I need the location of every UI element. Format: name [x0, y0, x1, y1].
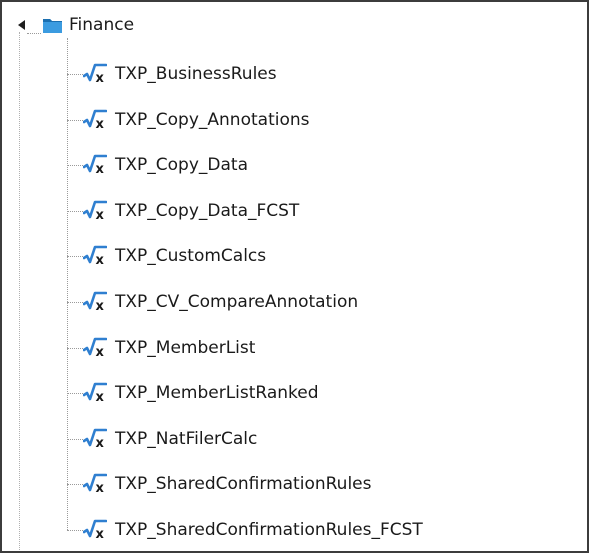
tree-item-txp-copy-data[interactable]: x TXP_Copy_Data	[67, 150, 567, 180]
tree-node-label: Finance	[69, 15, 135, 35]
tree-item-label: TXP_BusinessRules	[115, 64, 277, 84]
triangle-collapse-icon	[18, 20, 25, 30]
business-rule-icon: x	[83, 200, 107, 222]
tree-connector	[27, 33, 41, 34]
tree-item-label: TXP_MemberList	[115, 337, 256, 358]
tree-node-finance[interactable]: Finance	[2, 10, 562, 40]
svg-text:x: x	[96, 71, 105, 85]
tree-guide-line	[19, 32, 20, 551]
tree-item-label: TXP_Copy_Annotations	[115, 109, 310, 130]
tree-item-label: TXP_Copy_Data	[115, 155, 248, 176]
tree-item-txp-copy-data-fcst[interactable]: x TXP_Copy_Data_FCST	[67, 196, 567, 226]
tree-item-txp-natfilercalc[interactable]: x TXP_NatFilerCalc	[67, 424, 567, 454]
business-rule-icon: x	[83, 519, 107, 541]
svg-text:x: x	[96, 253, 105, 267]
svg-text:x: x	[96, 345, 105, 359]
tree-connector	[67, 119, 83, 121]
svg-text:x: x	[96, 208, 105, 222]
business-rule-icon: x	[83, 246, 107, 267]
tree-item-label: TXP_CV_CompareAnnotation	[115, 292, 359, 312]
svg-text:x: x	[96, 390, 105, 404]
tree-item-label: TXP_SharedConfirmationRules_FCST	[115, 520, 423, 540]
tree-connector	[67, 438, 83, 440]
tree-item-txp-memberlist[interactable]: x TXP_MemberList	[67, 333, 567, 363]
business-rule-icon: x	[83, 474, 107, 495]
tree-connector	[67, 210, 83, 212]
svg-text:x: x	[96, 436, 105, 450]
tree-item-label: TXP_CustomCalcs	[115, 246, 267, 267]
tree-item-txp-customcalcs[interactable]: x TXP_CustomCalcs	[67, 241, 567, 271]
business-rule-icon: x	[83, 428, 107, 450]
tree-connector	[67, 393, 83, 395]
tree-item-label: TXP_Copy_Data_FCST	[115, 200, 300, 221]
tree-item-txp-sharedconfirmationrules[interactable]: x TXP_SharedConfirmationRules	[67, 469, 567, 499]
business-rule-icon: x	[83, 382, 107, 404]
business-rule-icon: x	[83, 154, 107, 176]
svg-text:x: x	[96, 299, 105, 313]
tree-item-txp-memberlistranked[interactable]: x TXP_MemberListRanked	[67, 378, 567, 408]
business-rule-icon: x	[83, 337, 107, 359]
tree-connector	[67, 484, 83, 486]
svg-text:x: x	[96, 117, 105, 131]
tree-item-txp-businessrules[interactable]: x TXP_BusinessRules	[67, 59, 567, 89]
tree-connector	[67, 302, 83, 303]
folder-icon	[43, 19, 62, 33]
svg-text:x: x	[96, 162, 105, 176]
tree-item-txp-copy-annotations[interactable]: x TXP_Copy_Annotations	[67, 105, 567, 135]
tree-item-label: TXP_SharedConfirmationRules	[115, 474, 372, 495]
svg-text:x: x	[96, 527, 105, 541]
tree-item-label: TXP_MemberListRanked	[115, 383, 319, 404]
business-rule-icon: x	[83, 109, 107, 131]
tree-item-label: TXP_NatFilerCalc	[115, 428, 258, 449]
tree-connector	[67, 256, 83, 258]
tree-item-txp-sharedconfirmationrules-fcst[interactable]: x TXP_SharedConfirmationRules_FCST	[67, 515, 567, 545]
svg-text:x: x	[96, 481, 105, 495]
rules-tree: Finance x TXP_BusinessRules x TXP_Copy_A…	[2, 2, 587, 551]
tree-connector	[67, 347, 83, 349]
tree-panel: Finance x TXP_BusinessRules x TXP_Copy_A…	[0, 0, 589, 553]
business-rule-icon: x	[83, 291, 107, 313]
business-rule-icon: x	[83, 63, 107, 85]
tree-connector	[67, 165, 83, 167]
tree-connector	[67, 74, 83, 75]
tree-item-txp-cv-compareannotation[interactable]: x TXP_CV_CompareAnnotation	[67, 287, 567, 317]
tree-connector	[67, 530, 83, 531]
